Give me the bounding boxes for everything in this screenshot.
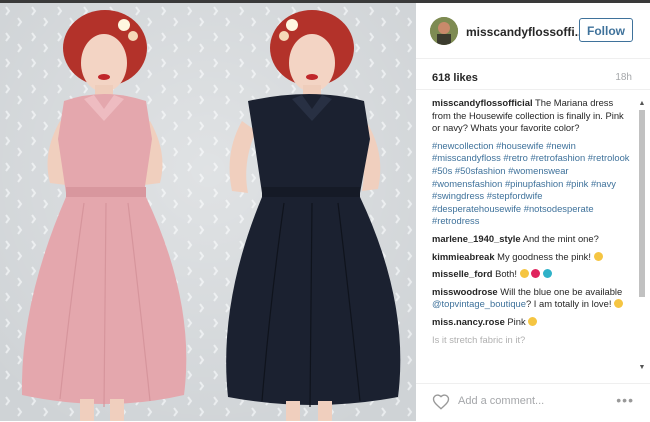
smile-emoji-icon — [614, 299, 624, 309]
comment-username[interactable]: kimmieabreak — [432, 251, 495, 262]
comment-text: Will the blue one be available — [500, 285, 623, 297]
comment-item: miss.nancy.rose Pink — [432, 316, 632, 329]
comment-item: marlene_1940_style And the mint one? — [432, 233, 632, 246]
post-stats: 618 likes 18h — [416, 59, 650, 90]
comment-text: ? I am totally in love! — [525, 298, 612, 310]
smile-emoji-icon — [528, 316, 538, 326]
post-username[interactable]: misscandyflossoffi... — [466, 25, 586, 39]
add-comment-input[interactable]: Add a comment... — [458, 395, 544, 407]
avatar-image — [430, 17, 458, 45]
comment-username[interactable]: miss.nancy.rose — [432, 316, 505, 327]
comment-text: My goodness the pink! — [497, 250, 591, 262]
post-footer: Add a comment... ••• — [416, 383, 650, 422]
smile-emoji-icon — [519, 269, 529, 279]
comments-scrollbar[interactable]: ▲ ▼ — [638, 100, 646, 372]
post-side-panel: misscandyflossoffi... Follow 618 likes 1… — [416, 3, 650, 421]
comment-username[interactable]: marlene_1940_style — [432, 233, 521, 244]
comment-item: misselle_ford Both! — [432, 268, 632, 281]
caption-hashtags[interactable]: #newcollection #housewife #newin #missca… — [432, 140, 632, 228]
more-options-icon[interactable]: ••• — [616, 392, 634, 408]
heart-eyes-emoji-icon — [531, 269, 541, 279]
post-time[interactable]: 18h — [615, 72, 632, 83]
avatar[interactable] — [430, 17, 458, 45]
heart-icon[interactable] — [432, 393, 450, 411]
scrollbar-thumb[interactable] — [639, 110, 645, 297]
comment-text: And the mint one? — [522, 232, 599, 244]
comment-text: Pink — [507, 315, 526, 327]
scroll-down-arrow-icon[interactable]: ▼ — [638, 364, 646, 372]
blue-heart-icon — [542, 269, 552, 279]
caption: misscandyflossofficial The Mariana dress… — [432, 97, 632, 135]
comment-item: kimmieabreak My goodness the pink! — [432, 251, 632, 264]
comment-text: Is it stretch fabric in it? — [432, 333, 526, 345]
smile-emoji-icon — [593, 251, 603, 261]
photo-illustration — [0, 3, 416, 421]
comment-username[interactable]: misswoodrose — [432, 286, 498, 297]
comment-item: misswoodrose Will the blue one be availa… — [432, 286, 632, 311]
caption-username[interactable]: misscandyflossofficial — [432, 97, 533, 108]
comment-mention[interactable]: @topvintage_boutique — [432, 298, 526, 309]
comments-list: misscandyflossofficial The Mariana dress… — [432, 97, 632, 351]
scroll-up-arrow-icon[interactable]: ▲ — [638, 100, 646, 108]
comment-text: Both! — [495, 268, 517, 280]
post-header: misscandyflossoffi... Follow — [416, 3, 650, 59]
post-photo[interactable] — [0, 3, 416, 421]
follow-button[interactable]: Follow — [579, 18, 633, 42]
comment-item: Is it stretch fabric in it? — [432, 334, 632, 347]
likes-count[interactable]: 618 likes — [432, 72, 478, 84]
comment-username[interactable]: misselle_ford — [432, 268, 492, 279]
